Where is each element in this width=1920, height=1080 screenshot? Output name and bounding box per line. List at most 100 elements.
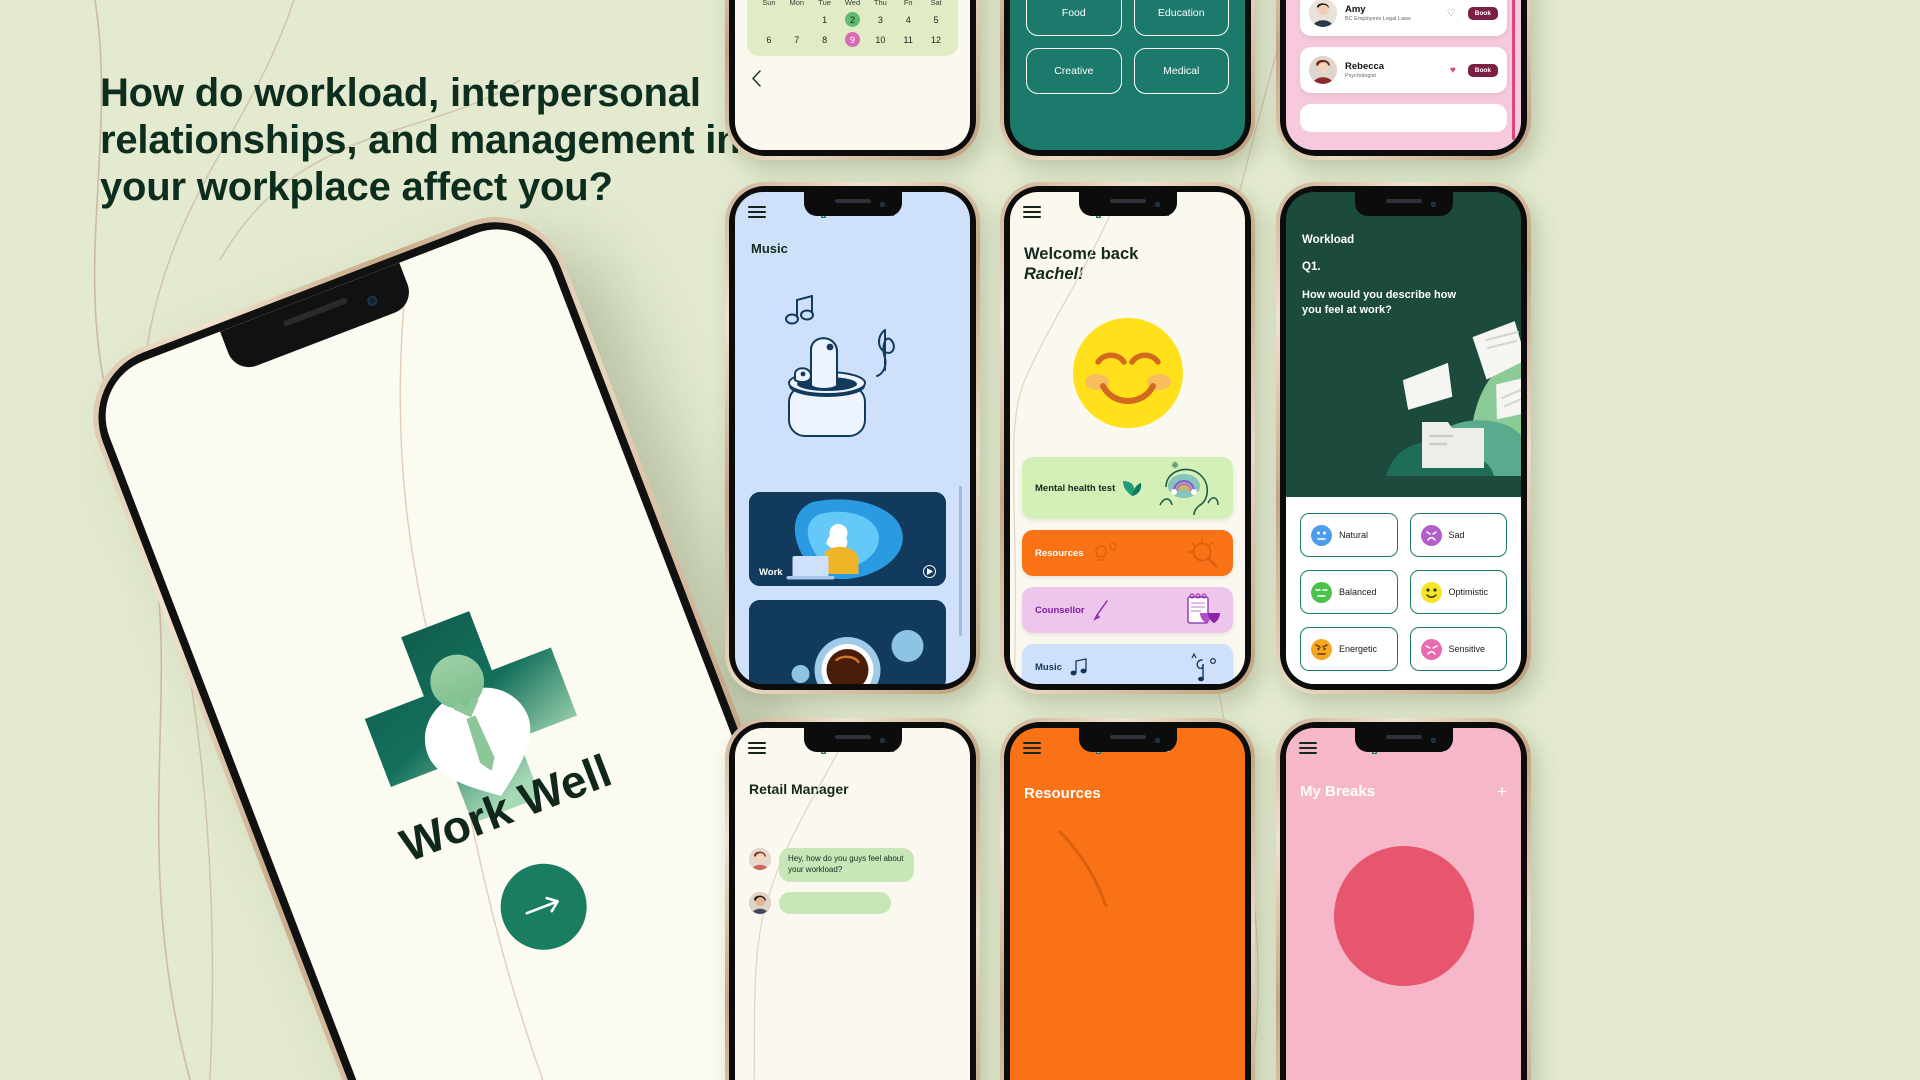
book-button[interactable]: Book [1467, 6, 1498, 20]
mood-emoji-optimistic [1420, 581, 1442, 603]
hamburger-menu-icon[interactable] [1299, 741, 1317, 754]
calendar-day-marked-green[interactable]: 2 [839, 12, 867, 27]
screen-title: Resources [1024, 785, 1101, 802]
avatar [1309, 0, 1337, 27]
hamburger-menu-icon[interactable] [748, 205, 766, 218]
coffee-illustration [749, 600, 946, 684]
home-card-resources[interactable]: Resources [1022, 530, 1233, 576]
calendar-day[interactable]: 4 [894, 12, 922, 27]
chat-message: Hey, how do you guys feel about your wor… [749, 848, 956, 882]
calendar-dow: Mon [789, 0, 805, 7]
mood-emoji-sensitive [1420, 638, 1442, 660]
play-circle-icon[interactable] [923, 565, 936, 578]
calendar-card: May Sun Mon Tue Wed Thu Fri Sat 1 2 3 4 … [747, 0, 958, 56]
mood-label: Energetic [1339, 644, 1378, 654]
counsellor-role: BC Employees Legal Laws [1345, 16, 1411, 22]
calendar-dow: Wed [844, 0, 861, 7]
calendar-day[interactable]: 6 [755, 32, 783, 47]
music-card-label: Work [759, 567, 783, 578]
phone-counsellors: Amy BC Employees Legal Laws ♡ Book Rebec… [1276, 0, 1531, 160]
category-education[interactable]: Education [1133, 0, 1229, 36]
category-food[interactable]: Food [1026, 0, 1122, 36]
calendar-screen: May Sun Mon Tue Wed Thu Fri Sat 1 2 3 4 … [735, 0, 970, 150]
calendar-dow: Sun [762, 0, 776, 7]
mood-label: Sad [1448, 530, 1465, 540]
phone-categories: Food Education Creative Medical [1000, 0, 1255, 160]
group-chat-screen: Work Well Retail Manager Hey, how do you… [735, 728, 970, 1080]
plus-icon[interactable]: + [1497, 783, 1507, 800]
phone-resources: Work Well Resources [1000, 718, 1255, 1080]
calendar-day[interactable] [783, 12, 811, 27]
phone-home: Work Well Welcome back Rachel! Mental he… [1000, 182, 1255, 694]
music-note-icon [1070, 658, 1087, 676]
home-screen: Work Well Welcome back Rachel! Mental he… [1010, 192, 1245, 684]
my-breaks-screen: Work Well My Breaks + [1286, 728, 1521, 1080]
avatar [749, 848, 771, 870]
magnifier-icon [1188, 538, 1218, 568]
mood-emoji-natural [1311, 524, 1332, 546]
counsellor-name: Amy [1345, 4, 1366, 15]
avatar [749, 891, 771, 914]
mood-option-balanced[interactable]: Balanced [1300, 570, 1398, 614]
break-timer-dial[interactable] [1333, 846, 1474, 986]
screen-title: My Breaks [1300, 783, 1376, 800]
heart-outline-icon[interactable]: ♡ [1447, 8, 1456, 19]
card-label: Music [1035, 661, 1062, 673]
calendar-day[interactable]: 10 [866, 32, 894, 47]
chevron-left-icon[interactable] [751, 70, 762, 87]
calendar-day[interactable]: 11 [894, 32, 922, 47]
phone-calendar: May Sun Mon Tue Wed Thu Fri Sat 1 2 3 4 … [725, 0, 980, 160]
flying-papers-folder-illustration [1386, 321, 1521, 476]
calendar-day[interactable]: 8 [811, 32, 839, 47]
home-card-music[interactable]: Music [1022, 644, 1233, 684]
music-card-second[interactable] [749, 600, 946, 684]
mood-option-optimistic[interactable]: Optimistic [1409, 570, 1507, 614]
card-label: Resources [1035, 547, 1084, 559]
mood-label: Sensitive [1448, 644, 1486, 654]
music-screen: Work Well Music [735, 192, 970, 684]
mood-option-natural[interactable]: Natural [1300, 513, 1398, 557]
phone-breaks: Work Well My Breaks + [1276, 718, 1531, 1080]
mood-option-sensitive[interactable]: Sensitive [1409, 627, 1507, 671]
question-number: Q1. [1302, 261, 1321, 273]
hamburger-menu-icon[interactable] [1023, 741, 1041, 754]
book-button[interactable]: Book [1467, 63, 1498, 77]
calendar-day[interactable]: 1 [811, 12, 839, 27]
mood-option-energetic[interactable]: Energetic [1300, 627, 1398, 671]
heart-filled-icon[interactable]: ♥ [1450, 65, 1456, 76]
counsellor-card-partial[interactable] [1300, 104, 1507, 132]
magnifier-large-icon [1058, 830, 1108, 908]
scrollbar[interactable] [959, 486, 962, 636]
counsellor-card[interactable]: Rebecca Psychologist ♥ Book [1300, 47, 1507, 93]
mood-label: Natural [1339, 530, 1369, 540]
category-creative[interactable]: Creative [1026, 48, 1122, 94]
calendar-day[interactable]: 5 [922, 12, 950, 27]
chat-bubble-partial [779, 891, 891, 914]
home-card-counsellor[interactable]: Counsellor [1022, 587, 1233, 633]
phone-workload: Workload Q1. How would you describe how … [1276, 182, 1531, 694]
head-rainbow-icon [1159, 461, 1219, 515]
music-card-work[interactable]: Work [749, 492, 946, 586]
phone-music: Work Well Music [725, 182, 980, 694]
arrow-right-icon [525, 896, 559, 915]
front-camera [365, 294, 379, 308]
calendar-day[interactable] [755, 12, 783, 27]
mood-emoji-energetic [1311, 638, 1332, 660]
mood-label: Optimistic [1448, 587, 1489, 597]
category-medical[interactable]: Medical [1133, 48, 1229, 94]
scrollbar[interactable] [1512, 0, 1515, 140]
calendar-day[interactable]: 12 [922, 32, 950, 47]
mood-emoji-sad [1420, 524, 1442, 546]
calendar-day-marked-pink[interactable]: 9 [839, 32, 867, 47]
counsellor-card[interactable]: Amy BC Employees Legal Laws ♡ Book [1300, 0, 1507, 36]
calendar-day[interactable]: 7 [783, 32, 811, 47]
mood-option-sad[interactable]: Sad [1409, 513, 1507, 557]
chat-bubble: Hey, how do you guys feel about your wor… [779, 848, 914, 882]
smiling-face-with-blush-icon [1072, 318, 1183, 428]
leaf-icon [1123, 481, 1142, 496]
phone-chat: Work Well Retail Manager Hey, how do you… [725, 718, 980, 1080]
home-card-mental-health-test[interactable]: Mental health test [1022, 457, 1233, 519]
counsellor-list-screen: Amy BC Employees Legal Laws ♡ Book Rebec… [1286, 0, 1521, 150]
page-headline: How do workload, interpersonal relations… [100, 71, 741, 209]
calendar-day[interactable]: 3 [866, 12, 894, 27]
